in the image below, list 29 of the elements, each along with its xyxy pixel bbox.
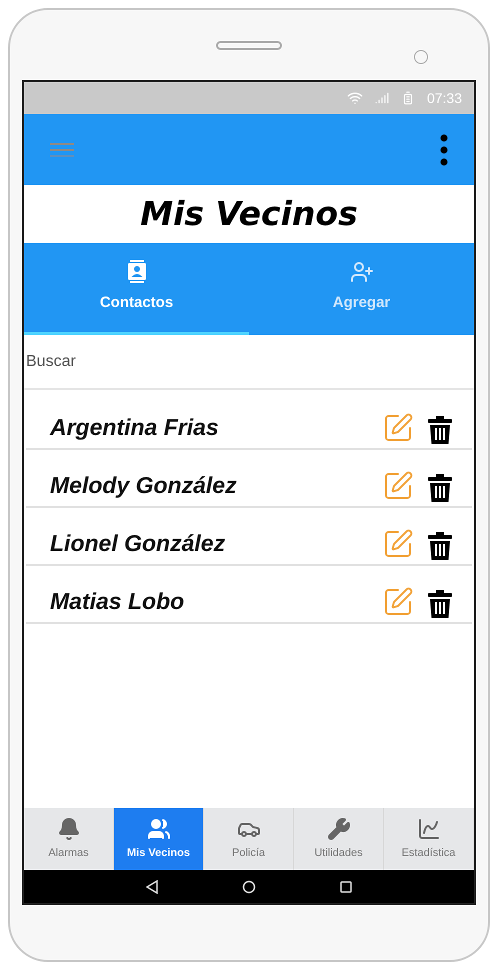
trash-icon[interactable] bbox=[428, 590, 452, 618]
signal-icon bbox=[374, 91, 389, 105]
contact-row[interactable]: Lionel González bbox=[26, 508, 472, 566]
contact-row[interactable]: Melody González bbox=[26, 450, 472, 508]
contact-name: Argentina Frias bbox=[50, 412, 220, 442]
trash-icon[interactable] bbox=[428, 474, 452, 502]
speaker-grille bbox=[216, 40, 282, 50]
nav-item[interactable]: Mis Vecinos bbox=[114, 808, 204, 870]
trash-icon[interactable] bbox=[428, 532, 452, 560]
back-icon[interactable] bbox=[146, 880, 158, 894]
add-person-icon bbox=[350, 260, 374, 284]
more-options-icon[interactable] bbox=[440, 134, 448, 166]
contact-card-icon bbox=[128, 260, 146, 284]
camera-lens bbox=[414, 50, 428, 64]
wrench-icon bbox=[326, 816, 350, 841]
contact-row[interactable]: Argentina Frias bbox=[26, 392, 472, 450]
contact-name: Lionel González bbox=[50, 528, 226, 558]
tab[interactable]: Agregar bbox=[249, 243, 474, 335]
contact-row[interactable]: Matias Lobo bbox=[26, 566, 472, 624]
people-icon bbox=[146, 816, 170, 841]
home-icon[interactable] bbox=[242, 880, 256, 894]
contact-name: Matias Lobo bbox=[50, 586, 186, 616]
trash-icon[interactable] bbox=[428, 416, 452, 444]
contact-name: Melody González bbox=[50, 470, 238, 500]
page-title: Mis Vecinos bbox=[140, 193, 358, 236]
wifi-icon bbox=[346, 90, 363, 106]
recents-icon[interactable] bbox=[340, 880, 352, 892]
bell-icon bbox=[56, 816, 80, 841]
line-chart-icon bbox=[416, 816, 440, 841]
